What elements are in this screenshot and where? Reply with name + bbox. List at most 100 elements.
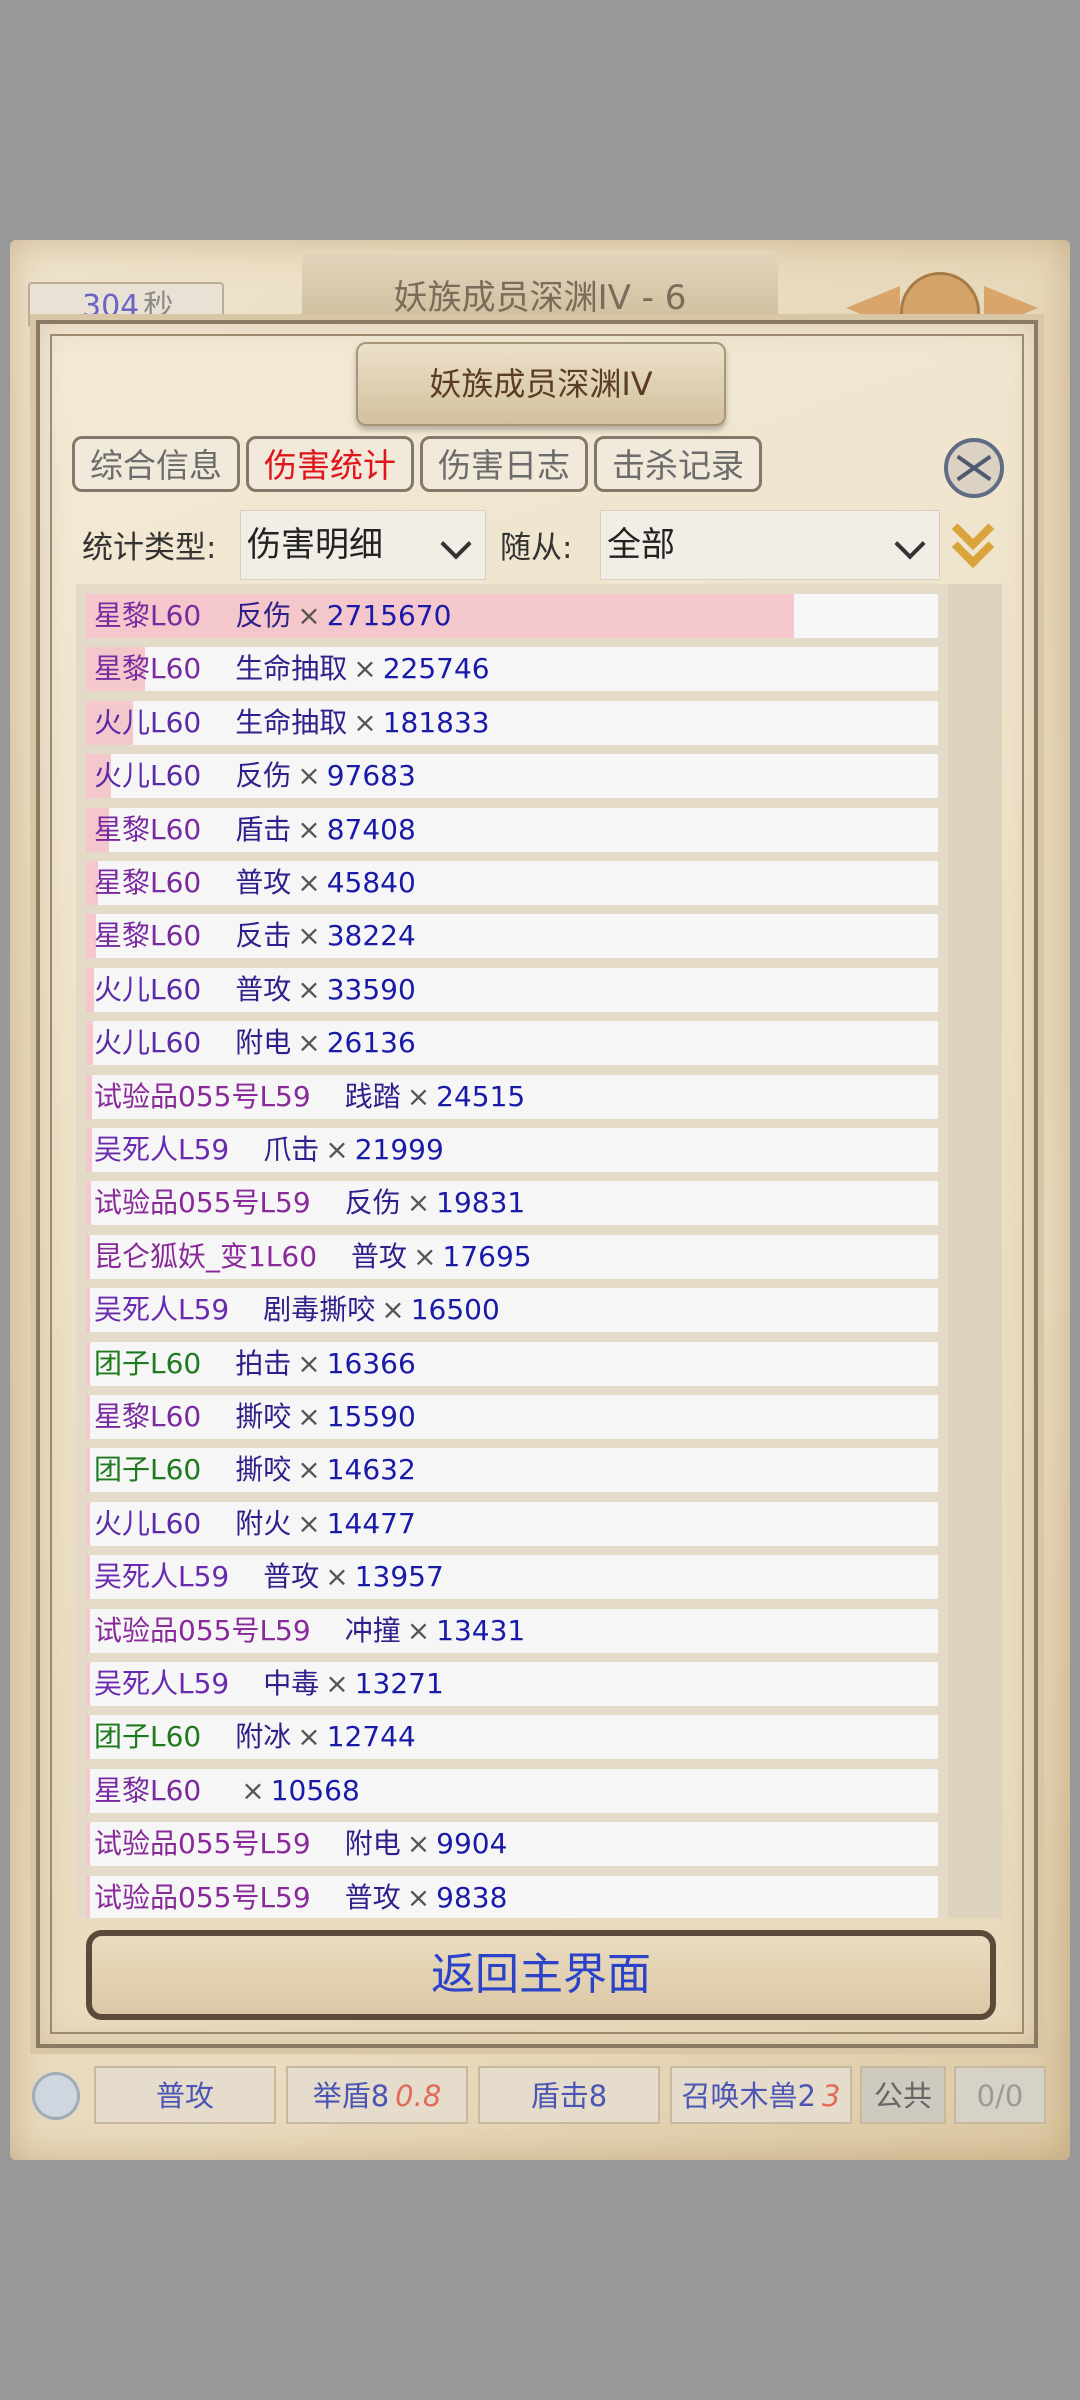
row-value: 21999 (354, 1133, 444, 1166)
skill-cooldown: 3 (822, 2079, 841, 2113)
timer-unit: 秒 (143, 289, 174, 324)
row-skill: 反伤 (235, 599, 292, 632)
row-name: 试验品055号L59 (94, 1186, 311, 1220)
row-skill: 反击 (235, 919, 292, 953)
skill-shield-bash-button[interactable]: 盾击8 (478, 2066, 660, 2124)
row-skill: 拍击 (235, 1346, 292, 1380)
row-value: 38224 (326, 919, 416, 953)
tab-damage-log[interactable]: 伤害日志 (420, 436, 588, 492)
row-skill: 普攻 (263, 1560, 320, 1594)
row-name: 星黎L60 (94, 599, 202, 632)
scrollbar[interactable] (948, 584, 1002, 1918)
table-row: 星黎L60 普攻 × 45840 (86, 861, 938, 905)
row-text: 吴死人L59 普攻 × 13957 (86, 1560, 444, 1593)
follower-select[interactable]: 全部 (600, 510, 940, 580)
row-name: 吴死人L59 (94, 1133, 230, 1166)
table-row: 星黎L60 盾击 × 87408 (86, 807, 938, 852)
times-sign: × (325, 1667, 349, 1700)
row-name: 星黎L60 (94, 652, 202, 686)
times-sign: × (297, 1400, 321, 1433)
battle-title: 妖族成员深渊IV - 6 (302, 250, 778, 326)
table-row: 吴死人L59 剧毒撕咬 × 16500 (86, 1288, 938, 1333)
row-value: 45840 (326, 866, 416, 899)
times-sign: × (297, 759, 321, 793)
table-row: 星黎L60 反击 × 38224 (86, 914, 938, 959)
row-value: 12744 (326, 1720, 416, 1754)
row-text: 星黎L60 撕咬 × 15590 (86, 1400, 416, 1433)
times-sign: × (297, 1506, 321, 1540)
skill-normal-attack-button[interactable]: 普攻 (94, 2066, 276, 2124)
orb-icon[interactable] (32, 2072, 80, 2120)
row-name: 昆仑狐妖_变1L60 (94, 1239, 318, 1273)
row-name: 团子L60 (94, 1453, 202, 1487)
times-sign: × (297, 1026, 321, 1060)
times-sign: × (381, 1293, 405, 1327)
row-name: 星黎L60 (94, 919, 202, 953)
row-skill: 附电 (235, 1026, 292, 1060)
table-row: 试验品055号L59 普攻 × 9838 (86, 1875, 938, 1918)
row-text: 团子L60 撕咬 × 14632 (86, 1453, 416, 1486)
row-value: 14477 (326, 1506, 416, 1540)
row-value: 16366 (326, 1346, 416, 1380)
row-text: 试验品055号L59 反伤 × 19831 (86, 1186, 525, 1219)
tab-overview[interactable]: 综合信息 (72, 436, 240, 492)
row-text: 火儿L60 附电 × 26136 (86, 1026, 416, 1059)
table-row: 团子L60 附冰 × 12744 (86, 1715, 938, 1760)
row-name: 吴死人L59 (94, 1667, 230, 1700)
table-row: 星黎L60 反伤 × 2715670 (86, 594, 938, 638)
damage-list[interactable]: 星黎L60 反伤 × 2715670 星黎L60 生命抽取 × 225746 火儿L60 生命抽取… (76, 584, 1002, 1918)
row-value: 26136 (326, 1026, 416, 1060)
row-skill: 盾击 (235, 812, 292, 846)
row-value: 9838 (436, 1880, 508, 1914)
row-skill: 生命抽取 (235, 705, 348, 739)
row-skill: 反伤 (344, 1186, 401, 1220)
row-skill: 普攻 (235, 866, 292, 899)
row-value: 15590 (326, 1400, 416, 1433)
times-sign: × (241, 1773, 265, 1807)
row-value: 2715670 (326, 599, 452, 632)
times-sign: × (353, 652, 377, 686)
table-row: 星黎L60 生命抽取 × 225746 (86, 647, 938, 692)
compass-icon[interactable] (944, 438, 1004, 498)
row-text: 星黎L60 生命抽取 × 225746 (86, 652, 490, 685)
times-sign: × (297, 866, 321, 899)
row-name: 团子L60 (94, 1720, 202, 1754)
times-sign: × (325, 1133, 349, 1166)
row-text: 试验品055号L59 冲撞 × 13431 (86, 1614, 525, 1647)
skill-shield-raise-button[interactable]: 举盾8 0.8 (286, 2066, 468, 2124)
times-sign: × (353, 705, 377, 739)
table-row: 火儿L60 反伤 × 97683 (86, 754, 938, 799)
stat-type-label: 统计类型: (82, 530, 217, 566)
times-sign: × (406, 1186, 431, 1220)
stat-type-select[interactable]: 伤害明细 (240, 510, 486, 580)
tab-kill-record[interactable]: 击杀记录 (594, 436, 762, 492)
row-text: 星黎L60 普攻 × 45840 (86, 866, 416, 899)
table-row: 昆仑狐妖_变1L60 普攻 × 17695 (86, 1234, 938, 1279)
row-value: 87408 (326, 812, 416, 846)
table-row: 星黎L60 撕咬 × 15590 (86, 1395, 938, 1439)
row-text: 火儿L60 附火 × 14477 (86, 1507, 416, 1540)
row-text: 团子L60 拍击 × 16366 (86, 1347, 416, 1380)
times-sign: × (406, 1079, 431, 1113)
row-skill: 撕咬 (235, 1453, 292, 1487)
double-chevron-down-icon[interactable] (950, 507, 995, 572)
times-sign: × (413, 1239, 437, 1273)
row-value: 13957 (354, 1560, 444, 1594)
row-text: 星黎L60 × 10568 (86, 1774, 360, 1807)
row-name: 火儿L60 (94, 972, 202, 1006)
row-name: 试验品055号L59 (94, 1613, 311, 1647)
tab-damage-stats[interactable]: 伤害统计 (246, 436, 414, 492)
row-value: 13271 (354, 1667, 444, 1700)
counter-display: 0/0 (954, 2066, 1046, 2124)
row-name: 火儿L60 (94, 759, 202, 793)
return-main-button[interactable]: 返回主界面 (86, 1930, 996, 2020)
row-skill: 反伤 (235, 759, 292, 793)
follower-value: 全部 (607, 525, 675, 565)
row-skill: 撕咬 (235, 1400, 292, 1433)
row-name: 试验品055号L59 (94, 1827, 311, 1861)
row-skill: 普攻 (351, 1239, 408, 1273)
times-sign: × (297, 1720, 321, 1754)
row-value: 14632 (326, 1453, 416, 1487)
skill-summon-beast-button[interactable]: 召唤木兽2 3 (670, 2066, 852, 2124)
public-button[interactable]: 公共 (860, 2066, 946, 2124)
